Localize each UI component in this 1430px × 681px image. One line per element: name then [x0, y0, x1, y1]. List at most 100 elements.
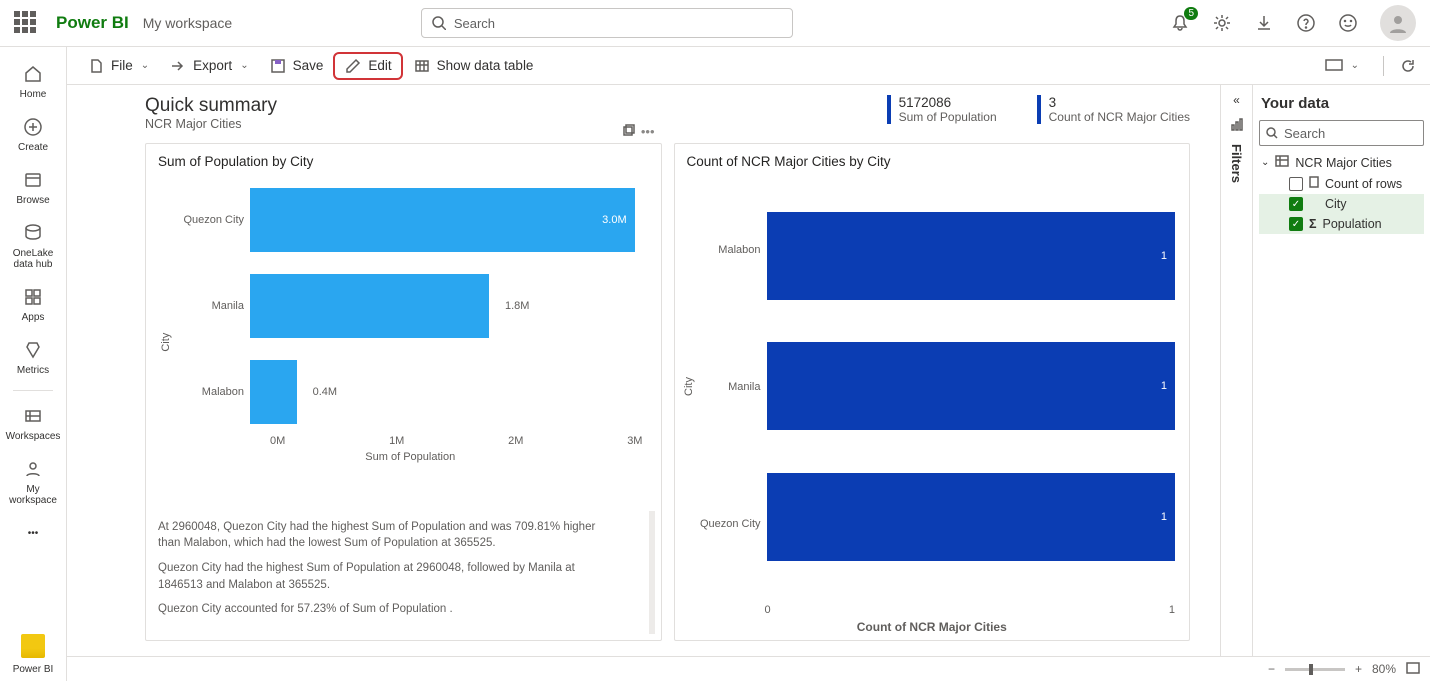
nav-powerbi[interactable]: Power BI — [3, 628, 63, 681]
save-button[interactable]: Save — [261, 53, 332, 79]
nav-workspaces[interactable]: Workspaces — [3, 399, 63, 448]
field-city[interactable]: ✓ City — [1259, 194, 1424, 214]
zoom-out-button[interactable]: − — [1268, 662, 1275, 676]
chevron-down-icon: ⌄ — [139, 60, 151, 71]
chevron-down-icon: ⌄ — [1261, 157, 1269, 168]
view-mode-button[interactable]: ⌄ — [1317, 53, 1369, 79]
zoom-slider[interactable] — [1285, 668, 1345, 671]
y-tick: Quezon City — [174, 214, 250, 226]
bar-label: 1.8M — [505, 300, 529, 312]
visual-sum-population[interactable]: ••• Sum of Population by City City Quezo… — [145, 143, 662, 641]
y-axis-label: City — [683, 377, 697, 396]
nav-myworkspace-label: My workspace — [3, 484, 63, 506]
search-placeholder: Search — [454, 16, 495, 31]
nav-browse-label: Browse — [16, 195, 49, 206]
viz-icon[interactable] — [1230, 117, 1244, 134]
page-title: Quick summary — [145, 95, 277, 117]
x-tick: 3M — [627, 435, 642, 447]
kpi-count-cities: 3 Count of NCR Major Cities — [1037, 95, 1190, 124]
nav-my-workspace[interactable]: My workspace — [3, 452, 63, 512]
file-label: File — [111, 58, 133, 73]
field-label: Count of rows — [1325, 177, 1402, 191]
left-nav: Home Create Browse OneLake data hub Apps… — [0, 47, 67, 681]
bar-label: 1 — [1161, 250, 1167, 262]
table-icon — [413, 57, 431, 75]
chart-title: Sum of Population by City — [146, 144, 661, 173]
bar-label: 1 — [1161, 511, 1167, 523]
bar-manila[interactable]: 1.8M — [250, 274, 489, 338]
y-tick: Manila — [174, 300, 250, 312]
fit-page-icon[interactable] — [1406, 662, 1420, 677]
notification-badge: 5 — [1184, 7, 1198, 20]
kpi-sum-population: 5172086 Sum of Population — [887, 95, 997, 124]
nav-apps[interactable]: Apps — [3, 280, 63, 329]
visual-count-cities[interactable]: Count of NCR Major Cities by City City M… — [674, 143, 1191, 641]
top-bar: Power BI My workspace Search 5 — [0, 0, 1430, 47]
kpi-label: Count of NCR Major Cities — [1049, 110, 1190, 124]
insights-panel: At 2960048, Quezon City had the highest … — [146, 511, 655, 634]
bar-malabon[interactable]: 1 — [767, 212, 1176, 300]
checkbox-checked[interactable]: ✓ — [1289, 217, 1303, 231]
data-panel: Your data Search ⌄ NCR Major Cities Coun… — [1252, 85, 1430, 656]
status-bar: − + 80% — [67, 656, 1430, 681]
table-icon — [1275, 155, 1289, 170]
download-icon[interactable] — [1254, 13, 1274, 33]
search-placeholder: Search — [1284, 126, 1325, 141]
file-button[interactable]: File ⌄ — [79, 53, 159, 79]
screen-icon — [1325, 57, 1343, 75]
more-icon[interactable]: ••• — [641, 124, 655, 141]
zoom-in-button[interactable]: + — [1355, 662, 1362, 676]
report-canvas: Quick summary NCR Major Cities 5172086 S… — [67, 85, 1220, 656]
file-icon — [87, 57, 105, 75]
x-axis-label: Count of NCR Major Cities — [675, 620, 1190, 634]
filters-panel-collapsed[interactable]: « Filters — [1220, 85, 1252, 656]
data-search-input[interactable]: Search — [1259, 120, 1424, 146]
expand-icon[interactable]: « — [1233, 93, 1240, 107]
nav-browse[interactable]: Browse — [3, 163, 63, 212]
settings-icon[interactable] — [1212, 13, 1232, 33]
x-tick: 0 — [765, 604, 771, 616]
bar-manila[interactable]: 1 — [767, 342, 1176, 430]
nav-onelake-label: OneLake data hub — [3, 248, 63, 270]
search-icon — [432, 16, 446, 30]
help-icon[interactable] — [1296, 13, 1316, 33]
x-tick: 1 — [1169, 604, 1175, 616]
feedback-icon[interactable] — [1338, 13, 1358, 33]
zoom-percent[interactable]: 80% — [1372, 662, 1396, 676]
filters-label: Filters — [1229, 144, 1244, 183]
field-population[interactable]: ✓ Σ Population — [1259, 214, 1424, 234]
field-count-rows[interactable]: Count of rows — [1259, 173, 1424, 194]
insight-text: At 2960048, Quezon City had the highest … — [158, 519, 619, 552]
workspace-name[interactable]: My workspace — [143, 15, 232, 31]
chevron-down-icon: ⌄ — [238, 60, 250, 71]
show-table-label: Show data table — [437, 58, 534, 73]
field-label: City — [1325, 197, 1347, 211]
app-launcher-icon[interactable] — [14, 11, 38, 35]
nav-onelake[interactable]: OneLake data hub — [3, 216, 63, 276]
show-data-table-button[interactable]: Show data table — [405, 53, 542, 79]
copy-icon[interactable] — [621, 124, 635, 141]
edit-button[interactable]: Edit — [333, 52, 402, 80]
global-search-input[interactable]: Search — [421, 8, 793, 38]
save-label: Save — [293, 58, 324, 73]
table-node[interactable]: ⌄ NCR Major Cities — [1259, 152, 1424, 173]
bar-malabon[interactable]: 0.4M — [250, 360, 297, 424]
refresh-button[interactable] — [1398, 56, 1418, 76]
bar-quezon-city[interactable]: 1 — [767, 473, 1176, 561]
nav-metrics-label: Metrics — [17, 365, 49, 376]
export-button[interactable]: Export⌄ — [161, 53, 258, 79]
bar-quezon-city[interactable]: 3.0M — [250, 188, 635, 252]
chart-title: Count of NCR Major Cities by City — [675, 144, 1190, 173]
nav-more[interactable]: ••• — [3, 516, 63, 550]
kpi-value: 5172086 — [899, 95, 997, 110]
nav-create[interactable]: Create — [3, 110, 63, 159]
notifications-icon[interactable]: 5 — [1170, 13, 1190, 33]
checkbox-checked[interactable]: ✓ — [1289, 197, 1303, 211]
edit-label: Edit — [368, 58, 391, 73]
user-avatar[interactable] — [1380, 5, 1416, 41]
nav-home[interactable]: Home — [3, 57, 63, 106]
insight-text: Quezon City accounted for 57.23% of Sum … — [158, 601, 619, 618]
checkbox-unchecked[interactable] — [1289, 177, 1303, 191]
sigma-icon: Σ — [1309, 217, 1317, 231]
nav-metrics[interactable]: Metrics — [3, 333, 63, 382]
